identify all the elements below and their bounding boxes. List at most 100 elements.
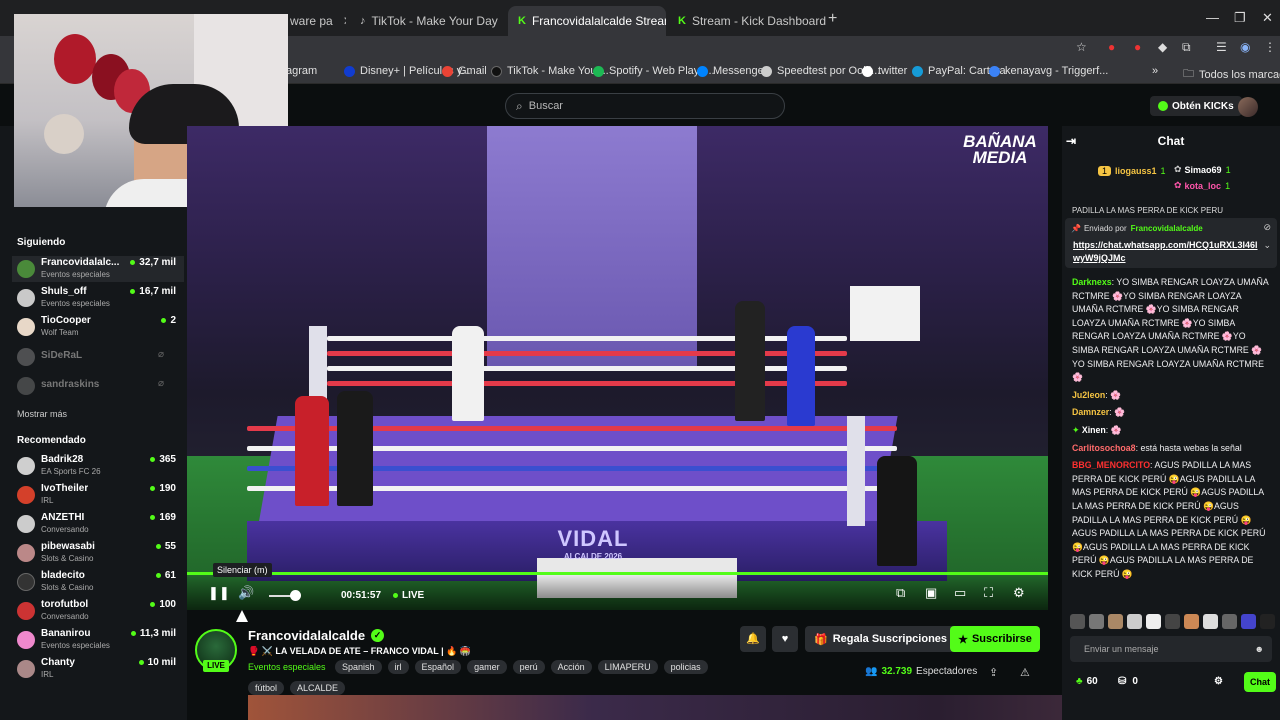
emote[interactable] (1089, 614, 1104, 629)
report-warning-icon[interactable]: ⚠ (1020, 666, 1030, 679)
pip-icon[interactable]: ⧉ (896, 585, 905, 601)
close-tab-icon[interactable]: ✕ (333, 14, 346, 28)
tab-0[interactable]: ware pa✕ (280, 6, 346, 36)
bookmark-star-icon[interactable]: ☆ (1076, 40, 1087, 54)
stream-category[interactable]: Eventos especiales (248, 662, 326, 672)
chat-username[interactable]: Ju2leon (1072, 390, 1105, 400)
chat-username[interactable]: Damnzer (1072, 407, 1109, 417)
channel-points[interactable]: ♣ 60 (1076, 676, 1098, 687)
tag[interactable]: irl (387, 660, 409, 674)
extension-icon[interactable]: ◆ (1158, 40, 1167, 54)
settings-gear-icon[interactable]: ⚙ (1013, 585, 1025, 601)
emote[interactable] (1184, 614, 1199, 629)
emote[interactable] (1241, 614, 1256, 629)
minimize-icon[interactable]: — (1206, 10, 1219, 25)
sidebar-channel-rec-3[interactable]: pibewasabi Slots & Casino 55 (12, 540, 184, 566)
bookmark-3[interactable]: TikTok - Make Your... (491, 65, 609, 77)
tag[interactable]: Español (414, 660, 462, 674)
chat-username[interactable]: Darknexs (1072, 277, 1112, 287)
new-tab-button[interactable]: + (828, 10, 837, 28)
emoji-icon[interactable]: ☻ (1255, 636, 1264, 662)
sidebar-channel-francovidal[interactable]: Francovidalalc... Eventos especiales 32,… (12, 256, 184, 282)
chat-settings-gear-icon[interactable]: ⚙ (1214, 676, 1223, 687)
emote[interactable] (1165, 614, 1180, 629)
profile-icon[interactable]: ◉ (1240, 40, 1250, 54)
gifter-item[interactable]: ✿ Simao69 1 (1174, 164, 1231, 175)
channel-name[interactable]: Francovidalalcalde (248, 628, 365, 643)
chat-username[interactable]: Carlitosochoa8 (1072, 443, 1136, 453)
sidebar-channel-sandraskins[interactable]: sandraskins ⌀ (12, 373, 184, 399)
menu-icon[interactable]: ⋮ (1264, 40, 1276, 54)
bookmark-2[interactable]: Gmail (442, 65, 487, 77)
emote[interactable] (1203, 614, 1218, 629)
pause-icon[interactable]: ❚❚ (208, 585, 230, 601)
sidebar-channel-rec-1[interactable]: IvoTheiler IRL 190 (12, 482, 184, 508)
follow-heart-button[interactable]: ♥ (772, 626, 798, 652)
video-player[interactable]: BAÑANA MEDIA VIDAL ALCALDE 2026 (187, 126, 1048, 610)
volume-icon[interactable]: 🔊 (238, 585, 254, 601)
bookmark-5[interactable]: Messenger (697, 65, 767, 77)
extension-icon[interactable]: ● (1108, 40, 1115, 54)
notification-bell-button[interactable]: 🔔 (740, 626, 766, 652)
puzzle-icon[interactable]: ⧉ (1182, 40, 1191, 55)
share-icon[interactable]: ⇪ (989, 666, 998, 679)
get-kicks-button[interactable]: Obtén KICKs (1150, 96, 1242, 116)
gift-subs-button[interactable]: 🎁 Regala Suscripciones (805, 626, 957, 652)
tab-2[interactable]: KFrancovidalalcalde Stream🔊✕ (508, 6, 666, 36)
search-input[interactable]: ⌕ Buscar (505, 93, 785, 119)
more-bookmarks-icon[interactable]: » (1152, 65, 1158, 77)
tag[interactable]: LIMAPERU (597, 660, 658, 674)
tag[interactable]: Acción (550, 660, 592, 674)
sidebar-channel-rec-0[interactable]: Badrik28 EA Sports FC 26 365 (12, 453, 184, 479)
tag[interactable]: gamer (467, 660, 507, 674)
theater-mode-icon[interactable]: ▭ (954, 585, 966, 601)
tag[interactable]: ALCALDE (290, 681, 346, 695)
extension-icon[interactable]: ● (1134, 40, 1141, 54)
collapse-chat-icon[interactable]: ⇥ (1066, 126, 1076, 156)
maximize-icon[interactable]: ❐ (1234, 10, 1246, 26)
sidebar-channel-rec-2[interactable]: ANZETHI Conversando 169 (12, 511, 184, 537)
bookmark-9[interactable]: kenayavg - Triggerf... (989, 65, 1108, 77)
chat-input[interactable]: Enviar un mensaje ☻ (1070, 636, 1272, 662)
tag[interactable]: fútbol (248, 681, 285, 695)
gifter-item[interactable]: 1 liogauss1 1 (1098, 166, 1166, 176)
tag[interactable]: perú (512, 660, 545, 674)
fullscreen-icon[interactable]: ⛶ (984, 585, 993, 601)
emote[interactable] (1108, 614, 1123, 629)
gifter-item[interactable]: ✿ kota_loc 1 (1174, 180, 1230, 191)
show-more-button[interactable]: Mostrar más (17, 409, 67, 419)
tag[interactable]: Spanish (335, 660, 382, 674)
bookmark-7[interactable]: twitter (862, 65, 907, 77)
tag[interactable]: policias (663, 660, 708, 674)
user-avatar[interactable] (1238, 97, 1258, 117)
emote[interactable] (1146, 614, 1161, 629)
volume-knob[interactable] (290, 590, 301, 601)
subscribe-button[interactable]: ★ Suscribirse (950, 626, 1040, 652)
all-bookmarks[interactable]: 🗀 Todos los marcadores (1183, 65, 1280, 84)
chevron-down-icon[interactable]: ⌄ (1263, 240, 1271, 251)
send-chat-button[interactable]: Chat (1244, 672, 1276, 692)
drops[interactable]: ⛁ 0 (1118, 676, 1138, 687)
sidebar-channel-rec-7[interactable]: Chanty IRL 10 mil (12, 656, 184, 682)
emote[interactable] (1260, 614, 1275, 629)
pinned-link[interactable]: https://chat.whatsapp.com/HCQ1uRXL3I46lw… (1073, 239, 1258, 265)
emote[interactable] (1127, 614, 1142, 629)
tab-3[interactable]: KStream - Kick Dashboard✕ (668, 6, 826, 36)
media-control-icon[interactable]: ☰ (1216, 40, 1227, 54)
sidebar-channel-sideral[interactable]: SiDeRaL ⌀ (12, 344, 184, 370)
chat-username[interactable]: BBG_MENORCITO (1072, 460, 1150, 470)
sidebar-channel-rec-4[interactable]: bladecito Slots & Casino 61 (12, 569, 184, 595)
close-window-icon[interactable]: ✕ (1262, 10, 1273, 26)
emote[interactable] (1070, 614, 1085, 629)
clip-icon[interactable]: ▣ (925, 585, 937, 601)
bookmark-0[interactable]: agram (286, 65, 317, 77)
pinned-message[interactable]: 📌 Enviado por Francovidalalcalde https://c… (1065, 218, 1277, 268)
live-indicator[interactable]: LIVE (393, 590, 424, 601)
sidebar-channel-tiocooper[interactable]: TioCooper Wolf Team 2 (12, 314, 184, 340)
sidebar-channel-shuls[interactable]: Shuls_off Eventos especiales 16,7 mil (12, 285, 184, 311)
chat-username[interactable]: Xinen (1082, 425, 1106, 435)
sidebar-channel-rec-6[interactable]: Bananirou Eventos especiales 11,3 mil (12, 627, 184, 653)
emote[interactable] (1222, 614, 1237, 629)
unpin-icon[interactable]: ⊘ (1263, 222, 1271, 233)
sidebar-channel-rec-5[interactable]: torofutbol Conversando 100 (12, 598, 184, 624)
